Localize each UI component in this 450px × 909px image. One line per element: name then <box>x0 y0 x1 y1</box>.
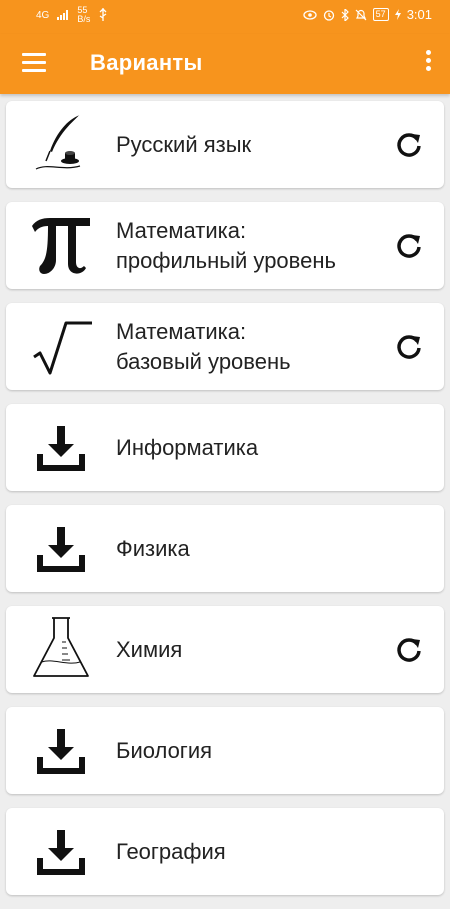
subject-card-russian[interactable]: Русский язык <box>6 101 444 188</box>
speed-unit: B/s <box>77 14 91 24</box>
mute-icon <box>355 9 367 20</box>
subject-label: Химия <box>116 636 183 662</box>
subject-card-math-base[interactable]: Математика: базовый уровень <box>6 303 444 390</box>
alarm-icon <box>323 9 334 21</box>
subject-label: Информатика <box>116 434 259 460</box>
subject-card-geography[interactable]: География <box>6 808 444 895</box>
pi-icon <box>32 218 90 274</box>
download-icon <box>37 729 85 774</box>
download-icon <box>37 830 85 875</box>
charging-icon <box>394 9 401 20</box>
signal-icon <box>57 10 69 20</box>
hamburger-menu-icon[interactable] <box>22 53 46 73</box>
more-options-icon[interactable] <box>422 50 434 76</box>
network-speed: 55 B/s <box>77 6 90 24</box>
subject-label: Биология <box>116 737 213 763</box>
status-bar: 4G 55 B/s 57 3:01 <box>0 0 450 34</box>
subject-list: Русский язык Математика: профильный уров… <box>6 101 444 909</box>
app-bar: Варианты <box>0 34 450 94</box>
usb-icon <box>99 8 107 21</box>
subject-card-physics[interactable]: Физика <box>6 505 444 592</box>
flask-icon <box>33 617 89 677</box>
quill-inkwell-icon <box>35 114 81 170</box>
download-icon <box>37 426 85 471</box>
status-right: 57 3:01 <box>303 7 432 22</box>
battery-indicator: 57 <box>372 8 389 21</box>
download-icon <box>37 527 85 572</box>
refresh-icon[interactable] <box>394 635 424 665</box>
subject-label: Математика: базовый уровень <box>116 318 291 374</box>
subject-card-informatics[interactable]: Информатика <box>6 404 444 491</box>
subject-card-biology[interactable]: Биология <box>6 707 444 794</box>
status-left: 4G 55 B/s <box>36 6 108 24</box>
signal-label: 4G <box>36 9 50 21</box>
page-title: Варианты <box>90 50 203 75</box>
subject-label: Физика <box>116 535 190 561</box>
bluetooth-icon <box>341 8 349 21</box>
square-root-icon <box>33 321 92 375</box>
refresh-icon[interactable] <box>394 231 424 261</box>
subject-label: Русский язык <box>116 131 252 157</box>
refresh-icon[interactable] <box>394 332 424 362</box>
subject-label: Математика: профильный уровень <box>116 217 336 273</box>
eye-icon <box>303 9 317 20</box>
refresh-icon[interactable] <box>394 130 424 160</box>
subject-card-math-profile[interactable]: Математика: профильный уровень <box>6 202 444 289</box>
clock: 3:01 <box>406 7 432 22</box>
subject-card-chemistry[interactable]: Химия <box>6 606 444 693</box>
subject-label: География <box>116 838 226 864</box>
